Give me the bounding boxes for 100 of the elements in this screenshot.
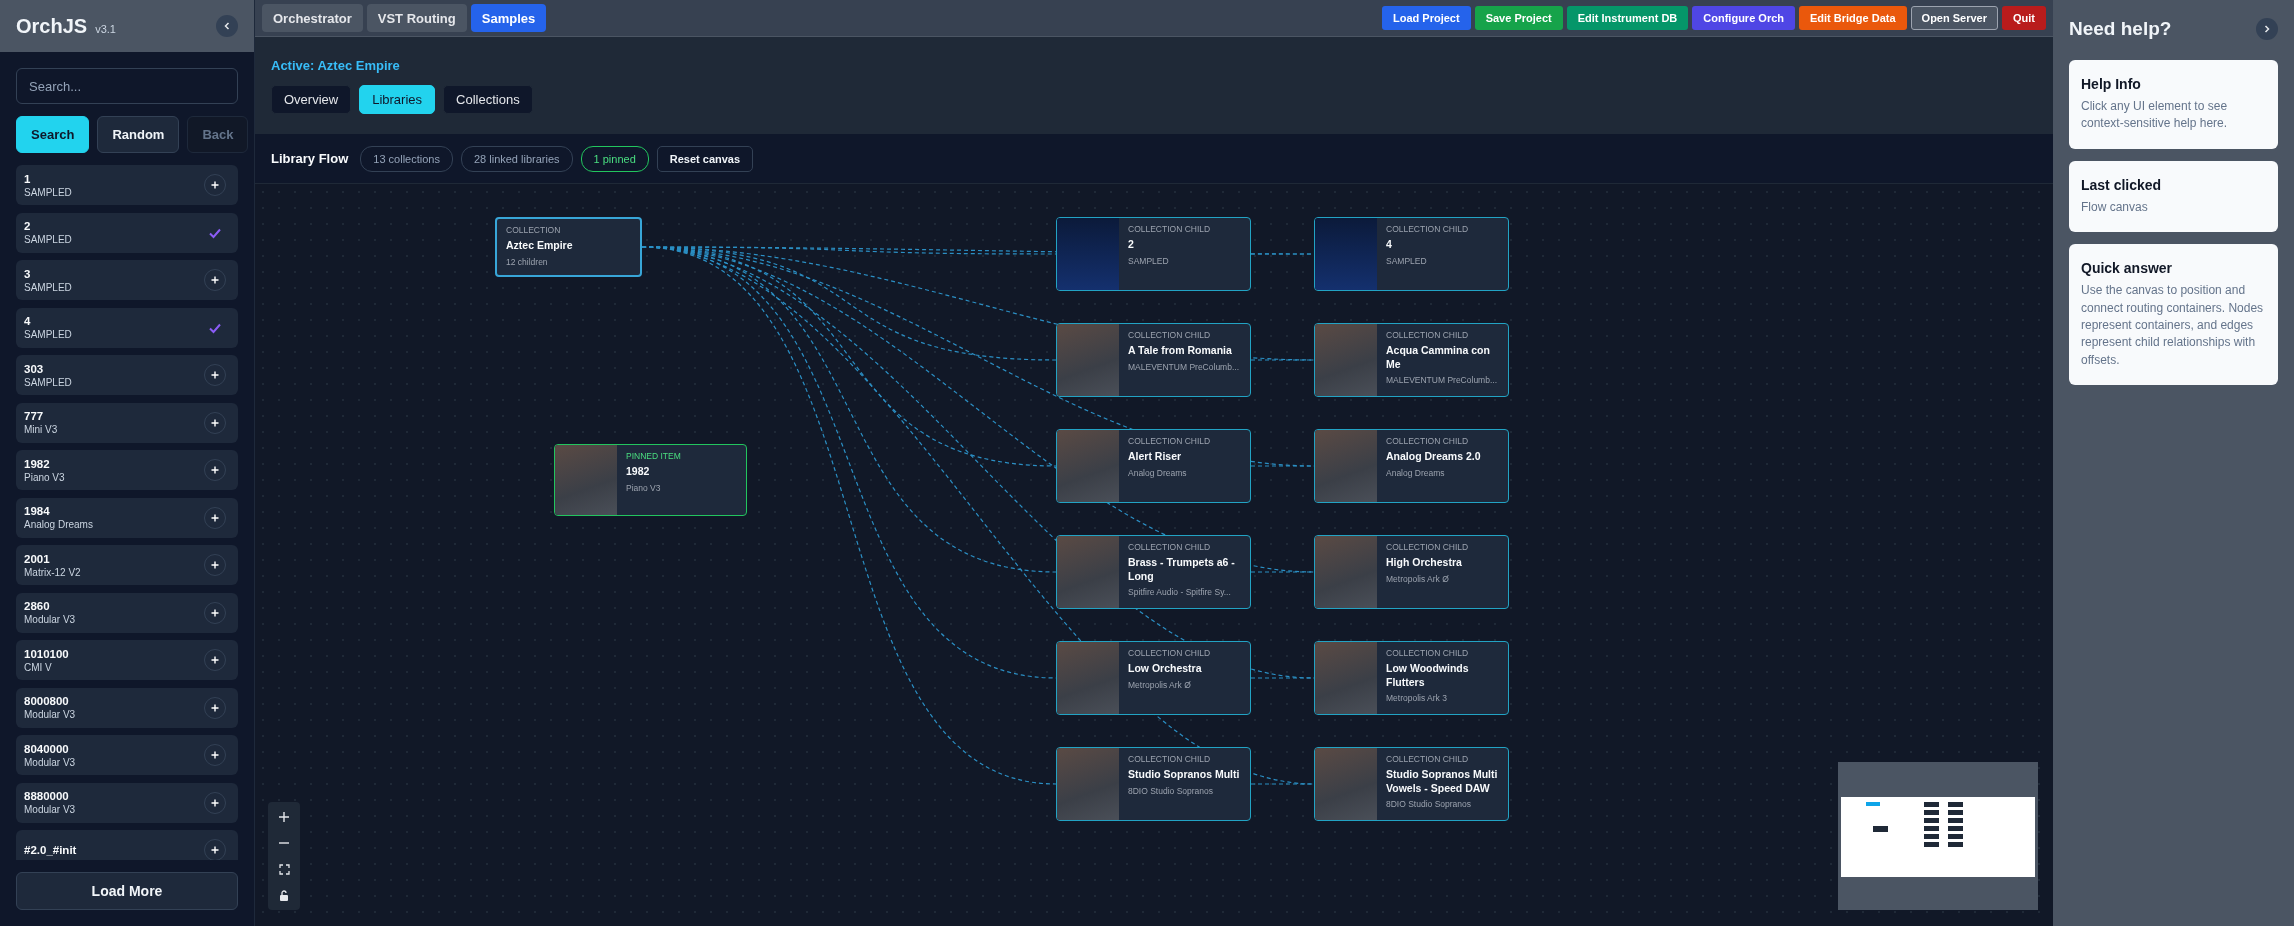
action-button[interactable]: Edit Bridge Data — [1799, 6, 1907, 30]
add-button[interactable] — [204, 649, 226, 671]
child-node[interactable]: COLLECTION CHILD Low Orchestra Metropolis Ark Ø — [1056, 641, 1251, 715]
add-button[interactable] — [204, 554, 226, 576]
nav-tab[interactable]: VST Routing — [366, 4, 467, 32]
plus-icon — [211, 466, 219, 474]
card-title: Last clicked — [2081, 176, 2163, 193]
item-name: 1 — [24, 172, 32, 185]
search-field[interactable]: Search... — [16, 68, 238, 104]
item-type: Mini V3 — [24, 424, 59, 435]
child-node[interactable]: COLLECTION CHILD 4 SAMPLED — [1314, 217, 1509, 291]
node-subtitle: 12 children — [506, 256, 549, 267]
child-node[interactable]: COLLECTION CHILD Analog Dreams 2.0 Analog Dreams — [1314, 429, 1509, 503]
add-button[interactable] — [204, 411, 226, 434]
node-title: Studio Sopranos Multi Vowels - Speed DAW — [1386, 768, 1499, 796]
library-item[interactable]: 1010100 CMI V — [16, 640, 238, 680]
item-type: Modular V3 — [24, 614, 77, 625]
add-button[interactable] — [204, 269, 226, 291]
library-item[interactable]: 3 SAMPLED — [16, 260, 238, 300]
node-type: COLLECTION CHILD — [1128, 330, 1212, 340]
child-node[interactable]: COLLECTION CHILD Studio Sopranos Multi Vowels - Speed DAW 8DIO Studio Sopranos — [1314, 747, 1509, 821]
node-type: COLLECTION CHILD — [1386, 648, 1470, 658]
node-title: 1982 — [626, 465, 651, 479]
library-item[interactable]: 1984 Analog Dreams — [16, 497, 238, 538]
plus-icon — [211, 371, 219, 379]
item-name: 303 — [24, 362, 45, 375]
view-tab[interactable]: Overview — [271, 84, 352, 114]
card-text: Flow canvas — [2081, 198, 2149, 216]
action-button[interactable]: Edit Instrument DB — [1566, 6, 1689, 30]
item-name: #2.0_#init — [24, 844, 78, 856]
child-node[interactable]: COLLECTION CHILD Studio Sopranos Multi 8DIO Studio Sopranos — [1056, 747, 1251, 821]
library-item[interactable]: 8880000 Modular V3 — [16, 782, 238, 823]
node-subtitle: MALEVENTUM PreColumb... — [1386, 375, 1498, 386]
photo-placeholder — [1315, 218, 1377, 290]
add-button[interactable] — [204, 364, 226, 386]
nav-tab[interactable]: Orchestrator — [262, 4, 363, 32]
action-button[interactable]: Open Server — [1910, 6, 1998, 30]
node-title: 2 — [1128, 238, 1135, 252]
add-button[interactable] — [204, 174, 226, 196]
item-name: 1010100 — [24, 647, 70, 660]
add-button[interactable] — [204, 696, 226, 719]
action-button[interactable]: Configure Orch — [1692, 6, 1795, 30]
library-item[interactable]: #2.0_#init — [16, 830, 238, 860]
child-node[interactable]: COLLECTION CHILD Alert Riser Analog Dreams — [1056, 429, 1251, 503]
library-item[interactable]: 8040000 Modular V3 — [16, 735, 238, 775]
action-button[interactable]: Load Project — [1382, 6, 1471, 30]
sidebar-button[interactable]: Random — [97, 116, 180, 153]
item-type: SAMPLED — [24, 329, 73, 340]
item-name: 2 — [24, 220, 32, 232]
sidebar-button[interactable]: Search — [16, 116, 90, 153]
library-item[interactable]: 4 SAMPLED — [16, 307, 238, 348]
load-more-button[interactable]: Load More — [16, 872, 238, 910]
add-button[interactable] — [204, 791, 226, 814]
action-button[interactable]: Quit — [2002, 6, 2046, 30]
add-button[interactable] — [204, 506, 226, 529]
item-type: CMI V — [24, 661, 53, 673]
flow-canvas[interactable] — [255, 184, 2053, 926]
plus-icon — [211, 608, 219, 617]
add-button[interactable] — [204, 839, 226, 860]
add-button[interactable] — [204, 744, 226, 766]
plus-icon — [211, 846, 219, 854]
library-item[interactable]: 1982 Piano V3 — [16, 450, 238, 490]
node-title: Low Orchestra — [1128, 662, 1203, 676]
child-node[interactable]: COLLECTION CHILD Low Woodwinds Flutters Metropolis Ark 3 — [1314, 641, 1509, 715]
pinned-node[interactable]: PINNED ITEM 1982 Piano V3 — [554, 444, 747, 516]
plus-icon — [278, 811, 290, 823]
node-type: PINNED ITEM — [626, 451, 681, 461]
plus-icon — [211, 181, 219, 189]
photo-placeholder — [1057, 748, 1119, 820]
child-node[interactable]: COLLECTION CHILD A Tale from Romania MALEVENTUM PreColumb... — [1056, 323, 1251, 397]
child-node[interactable]: COLLECTION CHILD High Orchestra Metropolis Ark Ø — [1314, 535, 1509, 609]
node-subtitle: SAMPLED — [1386, 255, 1428, 266]
photo-placeholder — [1315, 642, 1377, 714]
add-button[interactable] — [204, 459, 226, 481]
library-item[interactable]: 1 SAMPLED — [16, 165, 238, 205]
library-item[interactable]: 2860 Modular V3 — [16, 592, 238, 633]
reset-canvas-button[interactable]: Reset canvas — [656, 145, 754, 172]
collapse-button[interactable] — [216, 15, 238, 37]
node-title: Aztec Empire — [506, 239, 574, 253]
view-tab[interactable]: Libraries — [359, 84, 436, 114]
view-tab[interactable]: Collections — [443, 84, 533, 114]
nav-tab[interactable]: Samples — [470, 4, 547, 32]
item-name: 777 — [24, 410, 45, 422]
child-node[interactable]: COLLECTION CHILD Acqua Cammina con Me MALEVENTUM PreColumb... — [1314, 323, 1509, 397]
node-type: COLLECTION CHILD — [1128, 542, 1212, 552]
library-item[interactable]: 303 SAMPLED — [16, 355, 238, 395]
child-node[interactable]: COLLECTION CHILD 2 SAMPLED — [1056, 217, 1251, 291]
collection-node[interactable]: COLLECTION Aztec Empire 12 children — [495, 217, 642, 277]
chevron-left-icon — [222, 21, 232, 31]
library-item[interactable]: 8000800 Modular V3 — [16, 687, 238, 728]
node-type: COLLECTION — [506, 225, 562, 235]
collapse-button[interactable] — [2256, 18, 2278, 40]
flow-title: Library Flow — [271, 151, 349, 166]
library-item[interactable]: 2001 Matrix-12 V2 — [16, 545, 238, 585]
child-node[interactable]: COLLECTION CHILD Brass - Trumpets a6 - Long Spitfire Audio - Spitfire Sy... — [1056, 535, 1251, 609]
library-item[interactable]: 777 Mini V3 — [16, 402, 238, 443]
photo-placeholder — [1057, 218, 1119, 290]
library-item[interactable]: 2 SAMPLED — [16, 212, 238, 253]
node-type: COLLECTION CHILD — [1128, 224, 1211, 234]
add-button[interactable] — [204, 601, 226, 624]
